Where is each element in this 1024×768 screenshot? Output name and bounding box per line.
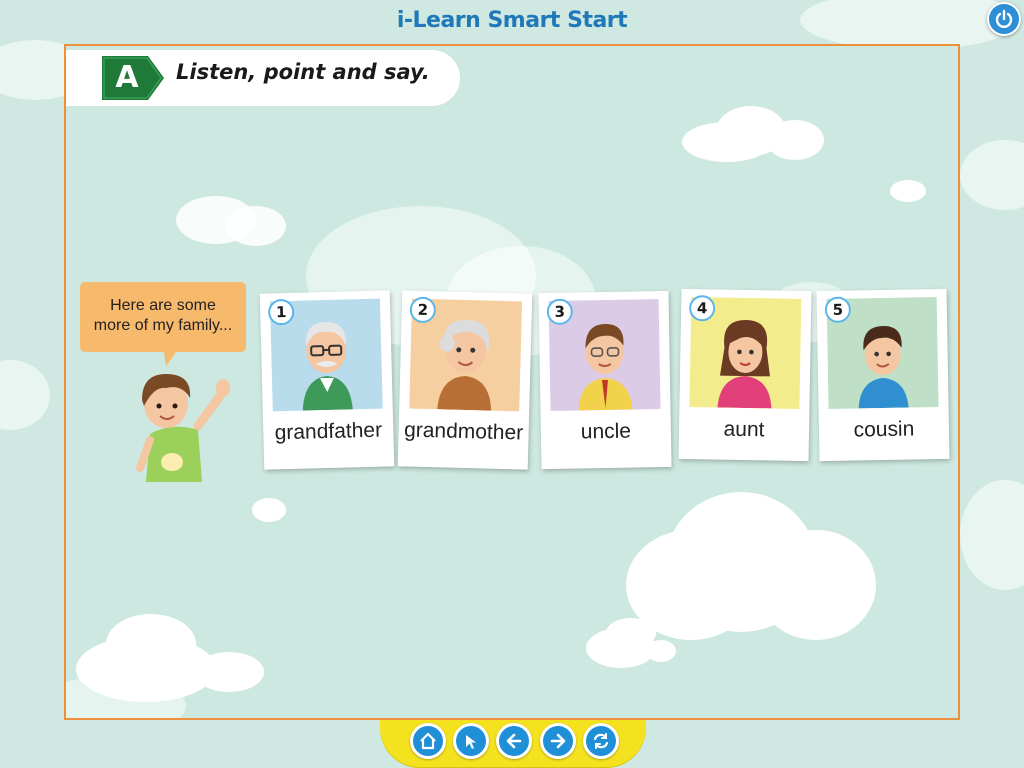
boy-character-icon [136, 374, 230, 482]
speech-line-2: more of my family... [93, 317, 233, 334]
cloud [756, 530, 876, 640]
refresh-icon [593, 733, 609, 749]
cursor-icon [466, 735, 476, 749]
refresh-button[interactable] [583, 723, 619, 759]
background-cloud [960, 480, 1024, 590]
card-cousin[interactable]: 5 cousin [816, 288, 950, 462]
cloud [890, 180, 926, 202]
home-icon [420, 732, 436, 750]
card-aunt[interactable]: 4 aunt [678, 288, 812, 462]
activity-letter: A [115, 60, 139, 95]
forward-arrow-icon [550, 733, 566, 749]
card-uncle[interactable]: 3 uncle [538, 290, 672, 470]
card-word: cousin [853, 417, 915, 442]
card-word: uncle [580, 419, 632, 444]
cloud [194, 652, 264, 692]
card-word: grandfather [274, 418, 383, 445]
cloud [252, 498, 286, 522]
back-button[interactable] [496, 723, 532, 759]
card-grandmother[interactable]: 2 grandmother [397, 290, 533, 470]
speech-line-1: Here are some [110, 297, 216, 314]
forward-button[interactable] [540, 723, 576, 759]
power-button[interactable] [987, 2, 1021, 36]
cloud [646, 640, 676, 662]
back-arrow-icon [506, 733, 522, 749]
card-grandfather[interactable]: 1 grandfather [259, 290, 395, 470]
home-button[interactable] [410, 723, 446, 759]
instruction-text: Listen, point and say. [176, 60, 430, 84]
cloud [106, 614, 196, 674]
activity-frame: A Listen, point and say. Here are some m… [64, 44, 960, 720]
pointer-button[interactable] [453, 723, 489, 759]
background-cloud [960, 140, 1024, 210]
speech-text: Here are some more of my family... [80, 296, 246, 336]
power-icon [995, 9, 1013, 28]
card-word: aunt [723, 417, 765, 442]
cloud [226, 206, 286, 246]
card-word: grandmother [403, 418, 524, 445]
cloud [766, 120, 824, 160]
app-title: i-Learn Smart Start [396, 8, 628, 33]
background-cloud [0, 360, 50, 430]
